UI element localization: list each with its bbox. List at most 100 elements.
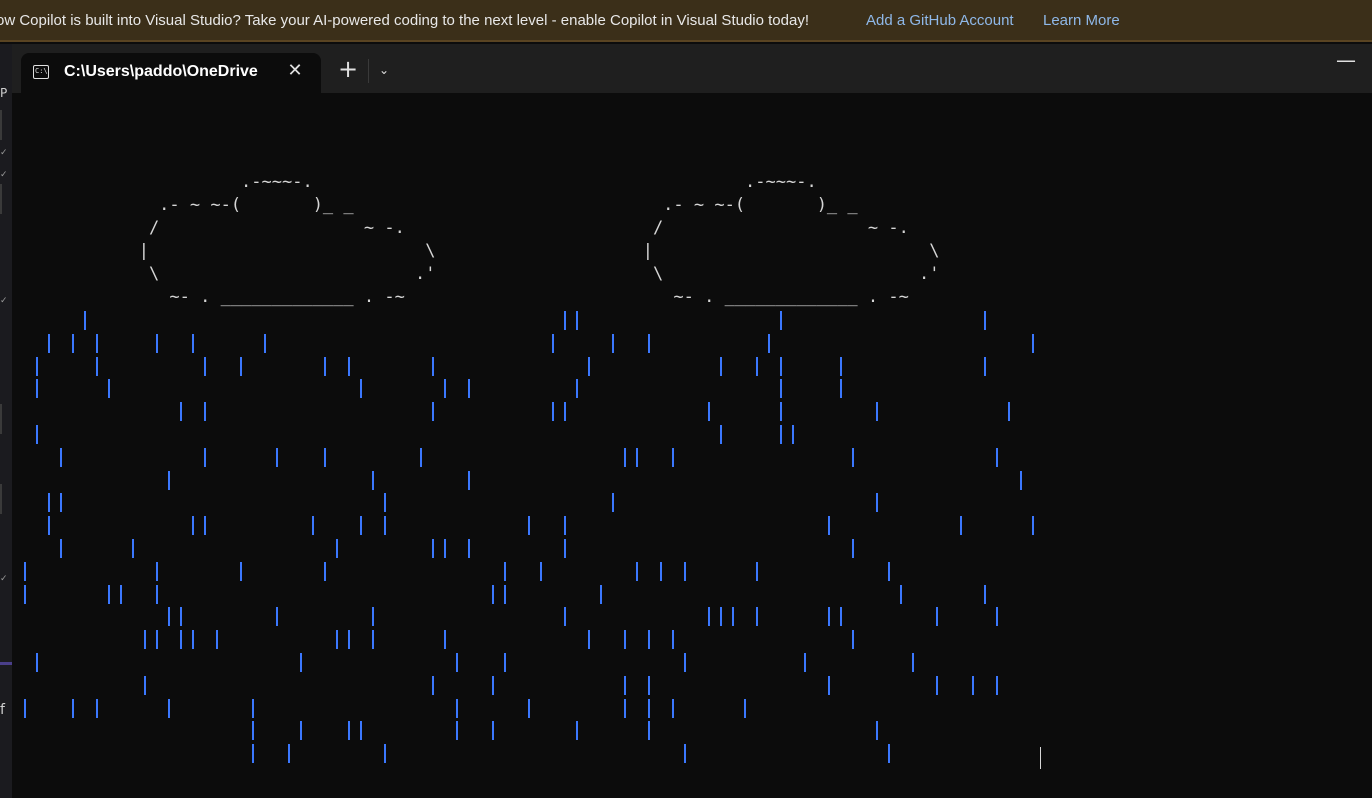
rain-drop	[672, 448, 674, 467]
rain-drop	[852, 539, 854, 558]
rain-drop	[168, 699, 170, 718]
rain-drop	[936, 676, 938, 695]
rain-drop	[264, 334, 266, 353]
copilot-info-banner: ow Copilot is built into Visual Studio? …	[0, 0, 1372, 42]
rain-drop	[336, 539, 338, 558]
rain-drop	[828, 516, 830, 535]
rain-drop	[240, 357, 242, 376]
rain-drop	[984, 311, 986, 330]
rain-drop	[876, 493, 878, 512]
rain-drop	[756, 607, 758, 626]
rain-drop	[216, 630, 218, 649]
rain-drop	[84, 311, 86, 330]
learn-more-link[interactable]: Learn More	[1043, 12, 1120, 29]
rain-drop	[252, 699, 254, 718]
terminal-tab[interactable]: C:\Users\paddo\OneDrive ✕	[21, 53, 321, 93]
rain-drop	[60, 448, 62, 467]
gutter-mark	[0, 484, 2, 514]
command-prompt-icon	[33, 65, 49, 79]
rain-drop	[156, 562, 158, 581]
banner-message: ow Copilot is built into Visual Studio? …	[0, 12, 809, 29]
rain-drop	[312, 516, 314, 535]
rain-drop	[996, 607, 998, 626]
rain-drop	[828, 607, 830, 626]
rain-drop	[204, 516, 206, 535]
rain-drop	[384, 744, 386, 763]
rain-drop	[300, 653, 302, 672]
rain-drop	[504, 562, 506, 581]
rain-drop	[612, 493, 614, 512]
rain-drop	[672, 699, 674, 718]
rain-drop	[432, 357, 434, 376]
terminal-output[interactable]: .-~~~-. .- ~ ~-( )_ _ / ~ -. | \ \ .' ~-…	[12, 93, 1372, 798]
rain-drop	[648, 699, 650, 718]
rain-drop	[204, 448, 206, 467]
rain-drop	[1020, 471, 1022, 490]
rain-drop	[780, 311, 782, 330]
rain-drop	[24, 562, 26, 581]
rain-drop	[384, 516, 386, 535]
rain-drop	[492, 585, 494, 604]
rain-drop	[552, 402, 554, 421]
minimize-button[interactable]: —	[1332, 50, 1360, 70]
rain-drop	[984, 357, 986, 376]
rain-drop	[468, 539, 470, 558]
rain-drop	[96, 357, 98, 376]
rain-drop	[144, 630, 146, 649]
rain-drop	[624, 676, 626, 695]
rain-drop	[456, 721, 458, 740]
rain-drop	[420, 448, 422, 467]
rain-drop	[192, 630, 194, 649]
rain-drop	[60, 539, 62, 558]
rain-drop	[888, 744, 890, 763]
rain-drop	[756, 562, 758, 581]
rain-drop	[984, 585, 986, 604]
rain-drop	[108, 585, 110, 604]
rain-drop	[576, 311, 578, 330]
rain-drop	[372, 630, 374, 649]
rain-drop	[432, 676, 434, 695]
rain-drop	[96, 334, 98, 353]
rain-drop	[900, 585, 902, 604]
rain-drop	[564, 311, 566, 330]
rain-drop	[504, 585, 506, 604]
rain-drop	[708, 607, 710, 626]
rain-drop	[540, 562, 542, 581]
rain-drop	[888, 562, 890, 581]
gutter-mark	[0, 662, 12, 665]
rain-drop	[120, 585, 122, 604]
rain-drop	[648, 676, 650, 695]
rain-drop	[732, 607, 734, 626]
rain-drop	[528, 516, 530, 535]
rain-drop	[48, 493, 50, 512]
rain-drop	[456, 653, 458, 672]
rain-drop	[960, 516, 962, 535]
rain-drop	[24, 585, 26, 604]
toolbar-divider	[368, 59, 369, 83]
close-tab-icon[interactable]: ✕	[284, 60, 306, 82]
rain-drop	[180, 607, 182, 626]
rain-drop	[48, 334, 50, 353]
rain-drop	[504, 653, 506, 672]
rain-drop	[648, 630, 650, 649]
rain-drop	[780, 425, 782, 444]
rain-drop	[180, 402, 182, 421]
rain-drop	[348, 630, 350, 649]
rain-drop	[720, 357, 722, 376]
rain-drop	[840, 357, 842, 376]
rain-drop	[768, 334, 770, 353]
rain-drop	[96, 699, 98, 718]
rain-drop	[252, 721, 254, 740]
rain-drop	[780, 379, 782, 398]
rain-drop	[624, 630, 626, 649]
rain-drop	[840, 607, 842, 626]
rain-drop	[492, 721, 494, 740]
chevron-down-icon[interactable]: ⌄	[374, 60, 394, 80]
rain-drop	[468, 471, 470, 490]
rain-drop	[192, 334, 194, 353]
rain-drop	[168, 471, 170, 490]
add-github-account-link[interactable]: Add a GitHub Account	[866, 12, 1014, 29]
rain-drop	[564, 516, 566, 535]
rain-drop	[780, 402, 782, 421]
new-tab-button[interactable]: +	[336, 57, 360, 82]
